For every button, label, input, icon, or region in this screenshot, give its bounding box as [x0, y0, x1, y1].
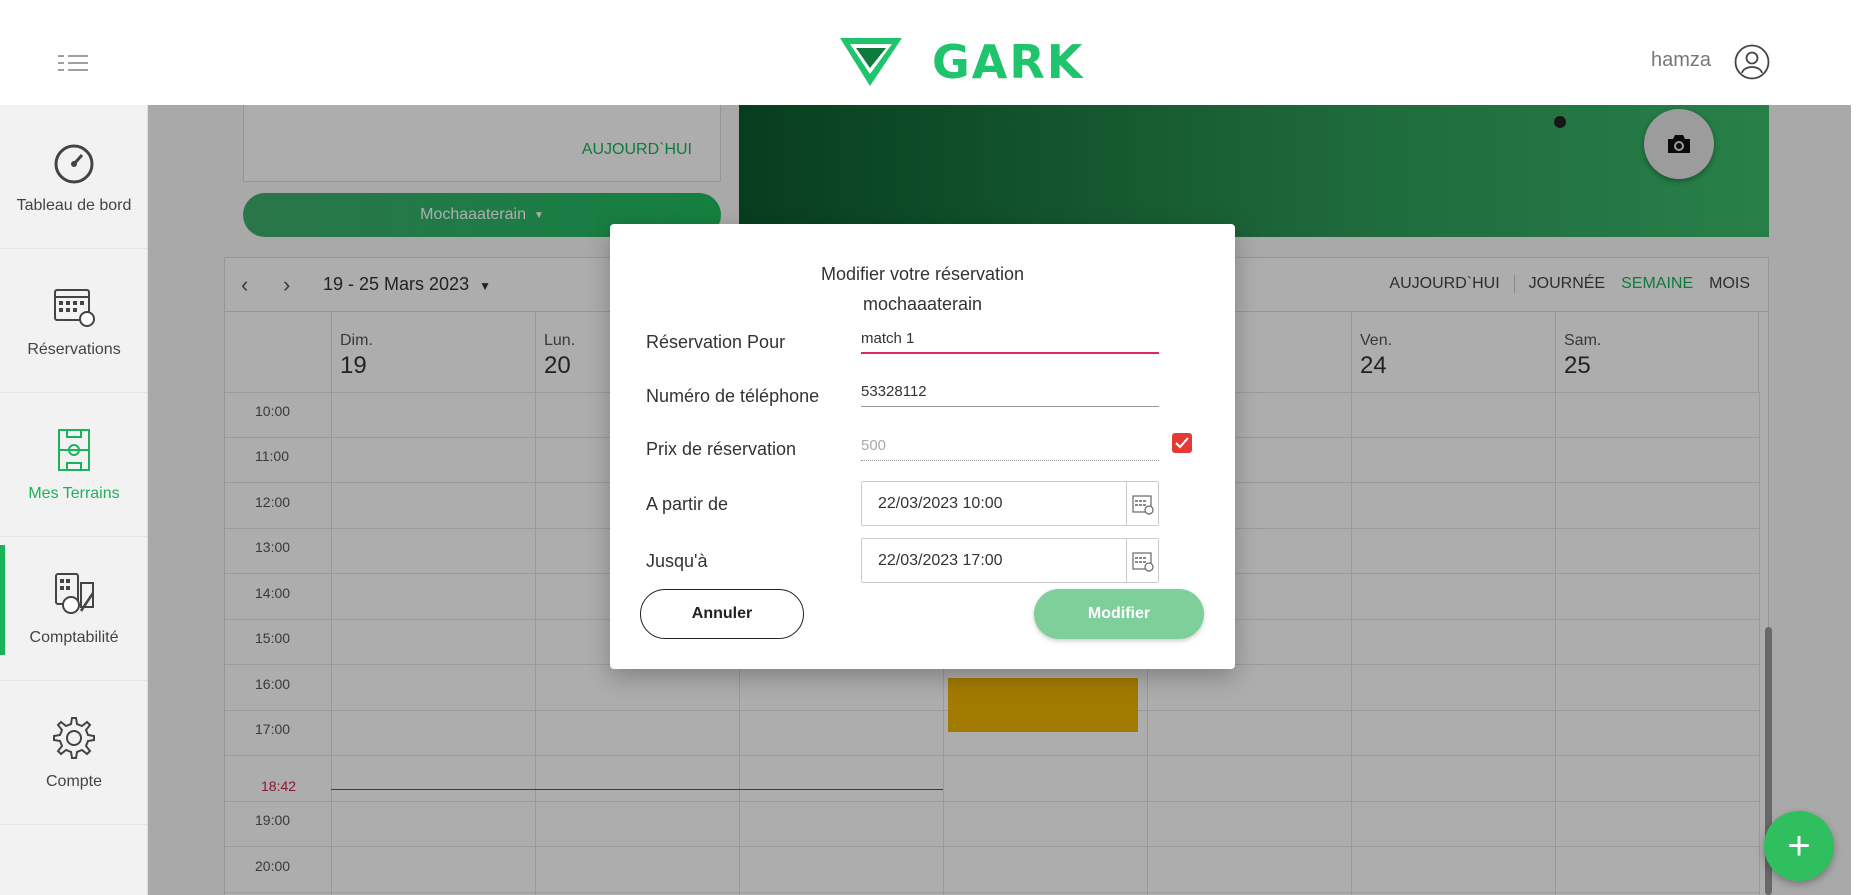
calendar-icon: [54, 288, 95, 327]
price-checkbox[interactable]: [1172, 433, 1192, 453]
sidebar-item-dashboard[interactable]: Tableau de bord: [0, 105, 148, 249]
from-datetime-value: 22/03/2023 10:00: [878, 494, 1003, 512]
dialog-title: Modifier votre réservation mochaaaterain: [610, 259, 1235, 319]
top-header: GARK hamza: [0, 0, 1851, 105]
dialog-title-line2: mochaaaterain: [862, 294, 983, 314]
phone-input[interactable]: [861, 377, 1159, 407]
sidebar-item-comptabilite[interactable]: Comptabilité: [0, 537, 148, 681]
reservation-for-input[interactable]: [861, 324, 1159, 354]
sidebar-item-label: Comptabilité: [29, 628, 119, 646]
sidebar-item-compte[interactable]: Compte: [0, 681, 148, 825]
gark-logo: GARK: [840, 34, 1130, 90]
price-label: Prix de réservation: [646, 439, 797, 459]
sidebar-item-label: Tableau de bord: [16, 196, 132, 214]
user-name[interactable]: hamza: [1651, 49, 1711, 72]
sidebar-item-reservations[interactable]: Réservations: [0, 249, 148, 393]
calendar-picker-icon[interactable]: [1126, 539, 1158, 582]
to-datetime-value: 22/03/2023 17:00: [878, 551, 1003, 569]
menu-toggle-icon[interactable]: [58, 55, 88, 73]
gear-icon: [53, 716, 95, 759]
plus-icon: +: [1787, 823, 1811, 868]
logo-text: GARK: [932, 35, 1085, 89]
to-datetime-field[interactable]: 22/03/2023 17:00: [861, 538, 1159, 583]
accounting-icon: [55, 572, 95, 614]
sidebar-active-indicator: [0, 545, 5, 655]
from-datetime-field[interactable]: 22/03/2023 10:00: [861, 481, 1159, 526]
cancel-button[interactable]: Annuler: [640, 589, 804, 639]
modify-button[interactable]: Modifier: [1034, 589, 1204, 639]
checkmark-icon: [1175, 437, 1189, 449]
user-avatar-icon[interactable]: [1734, 44, 1770, 80]
sidebar-item-label: Compte: [45, 772, 103, 790]
reservation-for-label: Réservation Pour: [646, 332, 786, 352]
phone-label: Numéro de téléphone: [646, 386, 820, 406]
dialog-title-line1: Modifier votre réservation: [820, 264, 1025, 284]
to-label: Jusqu'à: [646, 551, 708, 571]
sidebar: Tableau de bord Réservations Mes Terrain…: [0, 105, 148, 895]
gark-logo-icon: [840, 38, 902, 86]
edit-reservation-dialog: Modifier votre réservation mochaaaterain…: [610, 224, 1235, 669]
calendar-picker-icon[interactable]: [1126, 482, 1158, 525]
field-icon: [58, 428, 90, 471]
sidebar-item-terrains[interactable]: Mes Terrains: [0, 393, 148, 537]
dashboard-gauge-icon: [54, 144, 94, 183]
price-input[interactable]: [861, 431, 1159, 461]
sidebar-item-label: Réservations: [27, 340, 121, 358]
from-label: A partir de: [646, 494, 729, 514]
add-reservation-button[interactable]: +: [1764, 811, 1834, 881]
sidebar-item-label: Mes Terrains: [28, 484, 120, 502]
